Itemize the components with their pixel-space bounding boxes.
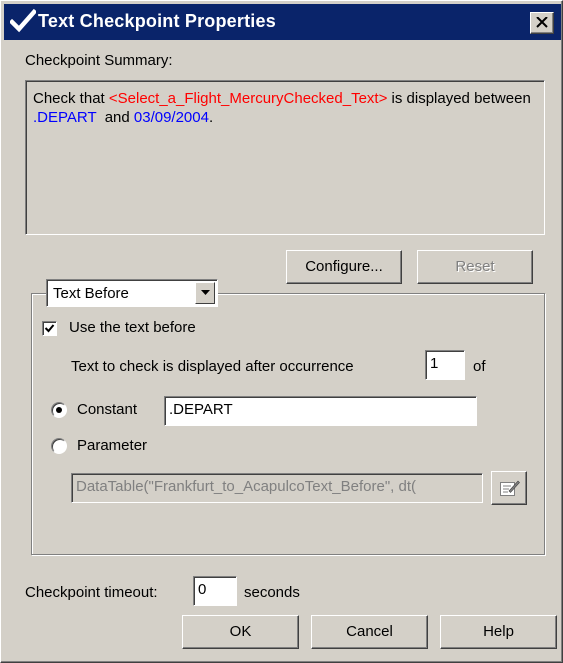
occurrence-of-label: of: [473, 358, 486, 375]
summary-and: and: [96, 109, 134, 126]
title-bar: Text Checkpoint Properties: [4, 4, 561, 40]
parameter-value: DataTable("Frankfurt_to_AcapulcoText_Bef…: [76, 478, 416, 495]
reset-button[interactable]: Reset: [417, 250, 533, 284]
parameter-input[interactable]: DataTable("Frankfurt_to_AcapulcoText_Bef…: [71, 473, 483, 503]
summary-prefix: Check that: [33, 90, 109, 107]
constant-radio[interactable]: [51, 402, 67, 418]
summary-middle: is displayed between: [387, 90, 531, 107]
constant-input[interactable]: .DEPART: [164, 396, 477, 426]
close-button[interactable]: [530, 12, 554, 34]
occurrence-label: Text to check is displayed after occurre…: [71, 358, 354, 375]
text-position-value: Text Before: [53, 285, 129, 302]
timeout-value: 0: [198, 581, 207, 598]
timeout-label: Checkpoint timeout:: [25, 584, 158, 601]
occurrence-value: 1: [430, 355, 439, 372]
cancel-button[interactable]: Cancel: [311, 615, 428, 649]
configure-button[interactable]: Configure...: [286, 250, 402, 284]
summary-object-name: <Select_a_Flight_MercuryChecked_Text>: [108, 90, 388, 107]
radio-selected-dot: [56, 407, 62, 413]
edit-parameter-icon: [500, 480, 520, 496]
use-text-checkbox[interactable]: [42, 321, 57, 336]
ok-button[interactable]: OK: [182, 615, 299, 649]
summary-suffix: .: [208, 109, 214, 126]
summary-label: Checkpoint Summary:: [25, 52, 173, 69]
help-button[interactable]: Help: [440, 615, 557, 649]
timeout-input[interactable]: 0: [193, 576, 237, 606]
summary-after-value: 03/09/2004: [133, 109, 209, 126]
dialog-window: Text Checkpoint Properties Checkpoint Su…: [0, 0, 563, 663]
dropdown-button[interactable]: [195, 282, 215, 304]
use-text-label: Use the text before: [69, 319, 196, 336]
checkmark-icon: [8, 8, 38, 38]
edit-parameter-button[interactable]: [491, 471, 527, 505]
occurrence-input[interactable]: 1: [425, 350, 465, 380]
checkpoint-summary-box: Check that <Select_a_Flight_MercuryCheck…: [25, 80, 545, 235]
parameter-label: Parameter: [77, 437, 148, 454]
constant-value: .DEPART: [169, 401, 233, 418]
checkmark-icon: [44, 324, 55, 333]
parameter-radio[interactable]: [51, 438, 67, 454]
text-position-select[interactable]: Text Before: [46, 279, 218, 307]
summary-before-value: .DEPART: [33, 109, 97, 126]
constant-label: Constant: [77, 401, 138, 418]
timeout-unit-label: seconds: [244, 584, 300, 601]
window-title: Text Checkpoint Properties: [38, 11, 276, 31]
summary-text: Check that <Select_a_Flight_MercuryCheck…: [33, 89, 539, 127]
